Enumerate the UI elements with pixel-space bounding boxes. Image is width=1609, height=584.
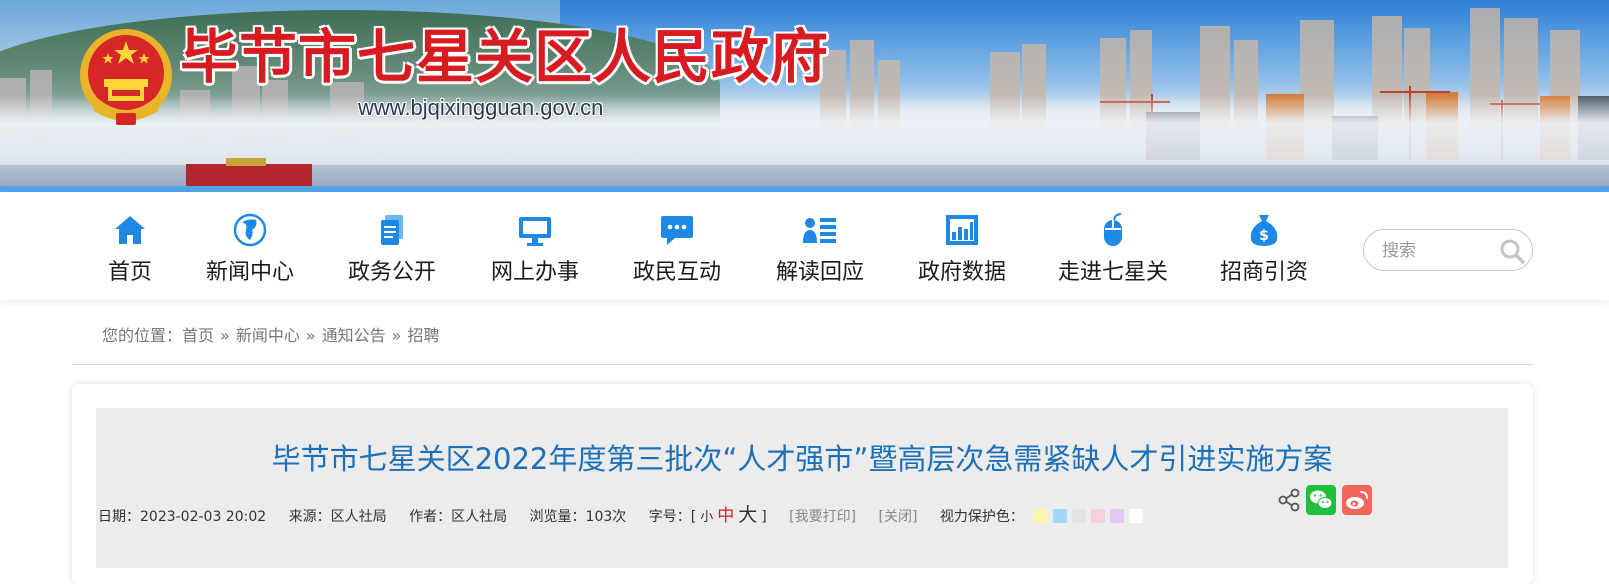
nav-label: 政务公开 [347, 260, 436, 285]
article-author: 作者：区人社局 [409, 509, 508, 525]
mouse-icon [1104, 213, 1122, 246]
breadcrumb: 您的位置：首页 » 新闻中心 » 通知公告 » 招聘 [102, 322, 439, 346]
nav-item-online-services[interactable]: 网上办事 [480, 192, 590, 300]
site-url: www.bjqixingguan.gov.cn [358, 95, 604, 120]
breadcrumb-news[interactable]: 新闻中心 [236, 326, 300, 345]
close-button[interactable]: [关闭] [879, 509, 918, 525]
nav-item-interaction[interactable]: 政民互动 [622, 192, 732, 300]
money-bag-icon: $ [1250, 215, 1278, 246]
article-meta: 日期：2023-02-03 20:02 来源：区人社局 作者：区人社局 浏览量：… [98, 500, 1148, 527]
breadcrumb-prefix: 您的位置： [102, 326, 183, 345]
national-emblem-icon [80, 29, 172, 125]
nav-label: 政民互动 [632, 260, 721, 285]
nav-label: 政府数据 [917, 260, 1006, 285]
nav-item-gov-affairs[interactable]: 政务公开 [337, 192, 447, 300]
search-icon[interactable] [1498, 237, 1526, 265]
breadcrumb-separator: » [305, 326, 316, 345]
breadcrumb-notices[interactable]: 通知公告 [322, 326, 386, 345]
nav-label: 解读回应 [775, 260, 864, 285]
font-size-medium-button[interactable]: 中 [717, 506, 734, 526]
font-size-small-button[interactable]: 小 [700, 510, 713, 525]
font-size-large-button[interactable]: 大 [738, 504, 757, 526]
article-title: 毕节市七星关区2022年度第三批次“人才强市”暨高层次急需紧缺人才引进实施方案 [271, 442, 1333, 476]
breadcrumb-home[interactable]: 首页 [182, 326, 214, 345]
breadcrumb-separator: » [391, 326, 402, 345]
svg-text:$: $ [1259, 228, 1269, 244]
chat-bubble-icon [661, 216, 693, 245]
eye-care-swatch-purple[interactable] [1109, 509, 1124, 523]
nav-label: 新闻中心 [205, 260, 294, 285]
article-source: 来源：区人社局 [288, 509, 387, 525]
globe-icon [233, 213, 267, 247]
nav-label: 网上办事 [490, 260, 579, 285]
eye-care-label: 视力保护色： [939, 509, 1024, 525]
breadcrumb-divider [72, 364, 1533, 365]
search-input[interactable] [1382, 238, 1492, 264]
header-banner: 毕节市七星关区人民政府 www.bjqixingguan.gov.cn [0, 0, 1609, 186]
bar-chart-icon [946, 215, 978, 245]
article-date: 日期：2023-02-03 20:02 [98, 509, 267, 525]
breadcrumb-recruitment[interactable]: 招聘 [407, 326, 439, 345]
monitor-icon [519, 217, 551, 246]
search-box [1363, 229, 1533, 271]
eye-care-swatch-yellow[interactable] [1033, 509, 1048, 523]
nav-item-interpretation[interactable]: 解读回应 [765, 192, 875, 300]
nav-item-home[interactable]: 首页 [90, 192, 170, 300]
weibo-icon[interactable] [1342, 485, 1372, 515]
eye-care-swatch-white[interactable] [1128, 509, 1143, 523]
user-list-icon [803, 218, 836, 243]
eye-care-swatch-pink[interactable] [1090, 509, 1105, 523]
wechat-icon[interactable] [1306, 485, 1336, 515]
banner-fog [0, 95, 1609, 165]
nav-item-news[interactable]: 新闻中心 [195, 192, 305, 300]
breadcrumb-separator: » [220, 326, 230, 345]
nav-label: 招商引资 [1219, 260, 1308, 285]
font-size-label: 字号：[ [648, 509, 697, 525]
nav-item-investment[interactable]: $ 招商引资 [1209, 192, 1319, 300]
share-icon[interactable] [1274, 485, 1304, 515]
print-button[interactable]: [我要打印] [789, 509, 856, 525]
document-icon [381, 215, 403, 245]
banner-building [186, 158, 312, 186]
nav-item-about[interactable]: 走进七星关 [1048, 192, 1178, 300]
site-title: 毕节市七星关区人民政府 [180, 23, 830, 91]
font-size-bracket: ] [761, 509, 767, 525]
eye-care-swatch-gray[interactable] [1071, 509, 1086, 523]
article-views: 浏览量：103次 [529, 509, 627, 525]
eye-care-swatch-blue[interactable] [1052, 509, 1067, 523]
nav-label: 首页 [107, 260, 152, 285]
nav-label: 走进七星关 [1057, 260, 1168, 285]
nav-item-gov-data[interactable]: 政府数据 [907, 192, 1017, 300]
home-icon [115, 216, 145, 244]
main-nav: 首页 新闻中心 政务公开 网上办事 政民互动 解读回应 政府数据 走进七星关 $… [0, 192, 1609, 300]
